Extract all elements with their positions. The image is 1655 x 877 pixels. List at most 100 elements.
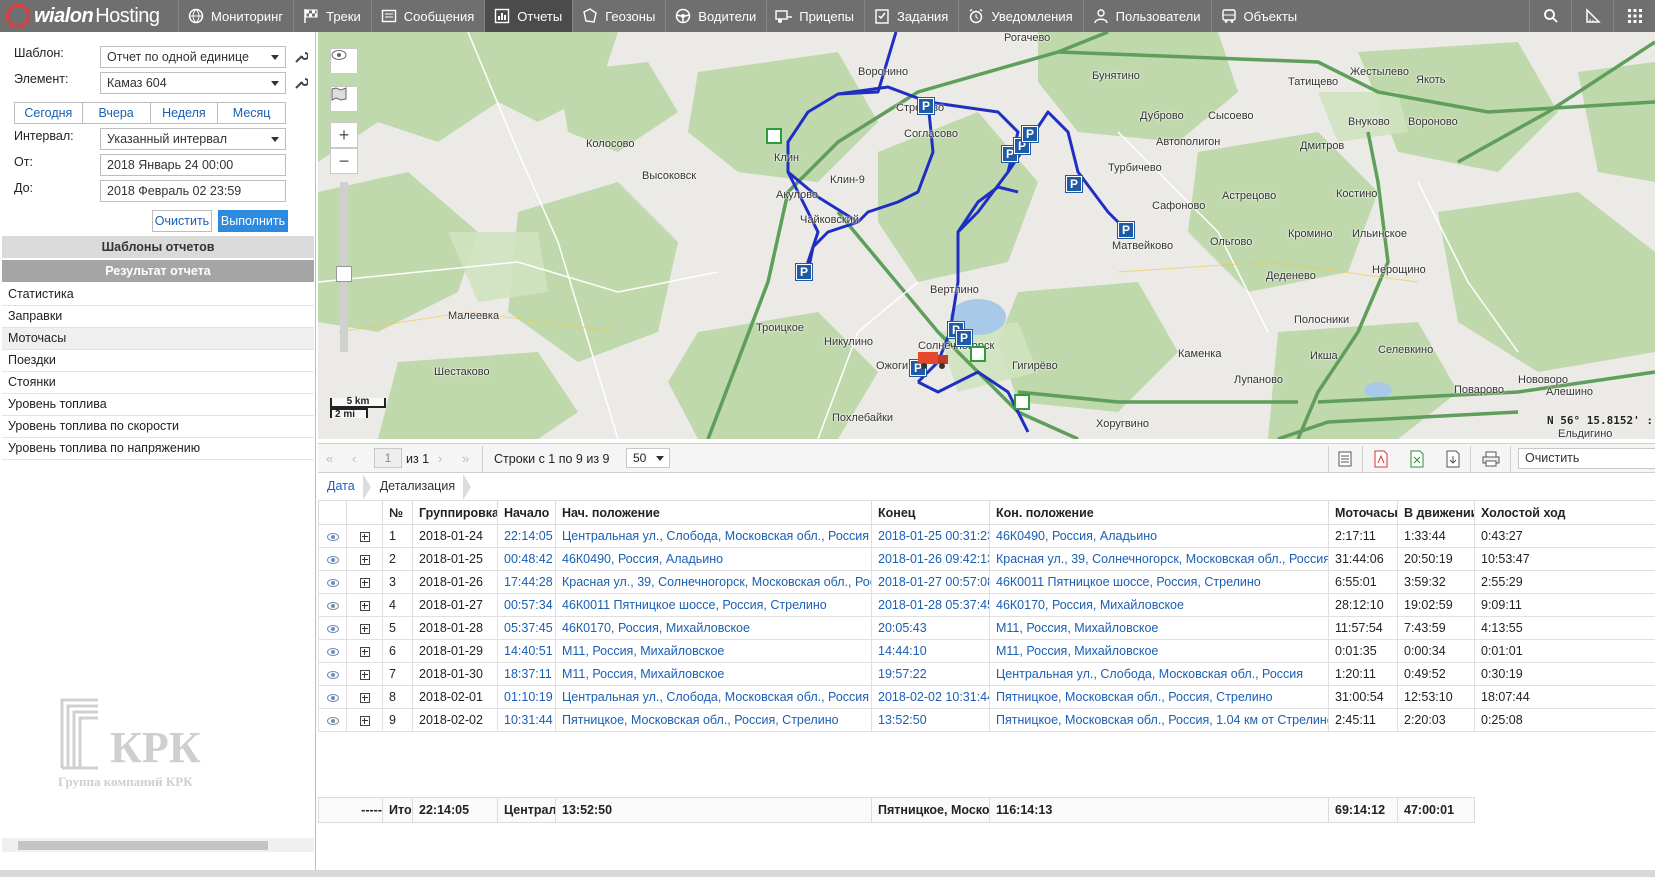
last-page-button[interactable]: » xyxy=(462,451,469,466)
row-show-on-map[interactable] xyxy=(318,708,347,732)
printer-icon[interactable] xyxy=(1480,448,1502,470)
period-button-0[interactable]: Сегодня xyxy=(15,103,83,123)
nav-item-1[interactable]: Треки xyxy=(293,0,371,32)
period-button-2[interactable]: Неделя xyxy=(151,103,219,123)
column-header[interactable]: № xyxy=(382,500,413,525)
table-cell[interactable]: 17:44:28 xyxy=(497,570,556,594)
result-item[interactable]: Уровень топлива по скорости xyxy=(2,416,314,438)
scrollbar-thumb[interactable] xyxy=(18,841,268,850)
nav-item-0[interactable]: Мониторинг xyxy=(178,0,293,32)
table-cell[interactable]: 46К0170, Россия, Михайловское xyxy=(989,593,1329,617)
first-page-button[interactable]: « xyxy=(326,451,333,466)
table-cell[interactable]: 2018-01-27 00:57:08 xyxy=(871,570,990,594)
result-item[interactable]: Заправки xyxy=(2,306,314,328)
row-expand[interactable] xyxy=(346,639,383,663)
next-page-button[interactable]: › xyxy=(438,451,442,466)
table-cell[interactable]: 13:52:50 xyxy=(871,708,990,732)
fuel-station-marker[interactable] xyxy=(766,128,782,144)
element-select[interactable]: Камаз 604 xyxy=(100,72,286,94)
table-cell[interactable]: 18:37:11 xyxy=(497,662,556,686)
parking-marker[interactable]: P xyxy=(1066,176,1082,192)
table-cell[interactable]: 20:05:43 xyxy=(871,616,990,640)
wialon-logo[interactable]: wialon Hosting xyxy=(0,0,178,32)
column-header[interactable]: Группировка xyxy=(412,500,498,525)
row-show-on-map[interactable] xyxy=(318,616,347,640)
template-select[interactable]: Отчет по одной единице xyxy=(100,46,286,68)
table-cell[interactable]: М11, Россия, Михайловское xyxy=(989,616,1329,640)
table-cell[interactable]: 46К0170, Россия, Михайловское xyxy=(555,616,872,640)
table-cell[interactable]: Красная ул., 39, Солнечногорск, Московск… xyxy=(555,570,872,594)
table-cell[interactable]: 2018-02-02 10:31:44 xyxy=(871,685,990,709)
parking-marker[interactable]: P xyxy=(918,98,934,114)
wrench-icon[interactable] xyxy=(294,76,308,90)
page-number-input[interactable]: 1 xyxy=(374,448,402,468)
table-cell[interactable]: Пятницкое, Московская обл., Россия, 1.04… xyxy=(989,708,1329,732)
nav-item-8[interactable]: Уведомления xyxy=(958,0,1082,32)
nav-item-9[interactable]: Пользователи xyxy=(1082,0,1211,32)
nav-item-2[interactable]: Сообщения xyxy=(370,0,485,32)
result-item[interactable]: Моточасы xyxy=(2,328,314,350)
map-layers-icon[interactable] xyxy=(330,86,358,112)
column-header[interactable]: Моточасы xyxy=(1328,500,1398,525)
nav-item-5[interactable]: Водители xyxy=(665,0,766,32)
breadcrumb-item-1[interactable]: Детализация xyxy=(371,474,471,500)
period-button-3[interactable]: Месяц xyxy=(218,103,285,123)
zoom-in-button[interactable]: + xyxy=(330,122,358,148)
column-header[interactable]: Нач. положение xyxy=(555,500,872,525)
column-header[interactable]: В движении xyxy=(1397,500,1475,525)
print-layout-icon[interactable] xyxy=(1334,448,1356,470)
row-show-on-map[interactable] xyxy=(318,639,347,663)
rows-per-page-select[interactable]: 50 xyxy=(626,448,670,468)
table-cell[interactable]: 2018-01-25 00:31:23 xyxy=(871,524,990,548)
result-item[interactable]: Уровень топлива по напряжению xyxy=(2,438,314,460)
nav-item-6[interactable]: Прицепы xyxy=(766,0,864,32)
nav-item-7[interactable]: Задания xyxy=(863,0,958,32)
nav-item-3[interactable]: Отчеты xyxy=(484,0,573,32)
table-cell[interactable]: 22:14:05 xyxy=(497,524,556,548)
row-expand[interactable] xyxy=(346,662,383,686)
row-show-on-map[interactable] xyxy=(318,524,347,548)
column-header[interactable]: Холостой ход xyxy=(1474,500,1655,525)
fuel-station-marker[interactable] xyxy=(1014,394,1030,410)
wrench-icon[interactable] xyxy=(294,50,308,64)
report-templates-section[interactable]: Шаблоны отчетов xyxy=(2,236,314,258)
table-cell[interactable]: 46К0490, Россия, Аладьино xyxy=(555,547,872,571)
column-header[interactable]: Конец xyxy=(871,500,990,525)
nav-item-4[interactable]: Геозоны xyxy=(572,0,665,32)
to-date-input[interactable]: 2018 Февраль 02 23:59 xyxy=(100,180,286,202)
parking-marker[interactable]: P xyxy=(796,264,812,280)
table-cell[interactable]: 14:40:51 xyxy=(497,639,556,663)
breadcrumb-item-0[interactable]: Дата xyxy=(318,474,371,500)
table-cell[interactable]: 46К0011 Пятницкое шоссе, Россия, Стрелин… xyxy=(989,570,1329,594)
result-item[interactable]: Поездки xyxy=(2,350,314,372)
zoom-slider-handle[interactable] xyxy=(336,266,352,282)
row-expand[interactable] xyxy=(346,547,383,571)
row-expand[interactable] xyxy=(346,616,383,640)
export-file-icon[interactable] xyxy=(1442,448,1464,470)
apps-grid-icon[interactable] xyxy=(1613,0,1655,32)
row-show-on-map[interactable] xyxy=(318,662,347,686)
eye-icon[interactable] xyxy=(330,48,358,74)
result-item[interactable]: Уровень топлива xyxy=(2,394,314,416)
table-cell[interactable]: 05:37:45 xyxy=(497,616,556,640)
truck-unit-icon[interactable] xyxy=(916,348,950,370)
table-cell[interactable]: Центральная ул., Слобода, Московская обл… xyxy=(555,685,872,709)
clear-button[interactable]: Очистить xyxy=(152,210,212,232)
left-panel-horizontal-scrollbar[interactable] xyxy=(2,838,314,852)
table-cell[interactable]: 19:57:22 xyxy=(871,662,990,686)
table-cell[interactable]: Красная ул., 39, Солнечногорск, Московск… xyxy=(989,547,1329,571)
ruler-icon[interactable] xyxy=(1571,0,1613,32)
column-header[interactable]: Кон. положение xyxy=(989,500,1329,525)
table-cell[interactable]: Пятницкое, Московская обл., Россия, Стре… xyxy=(555,708,872,732)
result-item[interactable]: Стоянки xyxy=(2,372,314,394)
table-cell[interactable]: 00:48:42 xyxy=(497,547,556,571)
zoom-out-button[interactable]: − xyxy=(330,148,358,174)
table-cell[interactable]: 2018-01-26 09:42:13 xyxy=(871,547,990,571)
table-cell[interactable]: 14:44:10 xyxy=(871,639,990,663)
table-cell[interactable]: Центральная ул., Слобода, Московская обл… xyxy=(555,524,872,548)
table-cell[interactable]: 00:57:34 xyxy=(497,593,556,617)
table-cell[interactable]: 46К0011 Пятницкое шоссе, Россия, Стрелин… xyxy=(555,593,872,617)
table-cell[interactable]: 01:10:19 xyxy=(497,685,556,709)
row-show-on-map[interactable] xyxy=(318,547,347,571)
search-icon[interactable] xyxy=(1529,0,1571,32)
